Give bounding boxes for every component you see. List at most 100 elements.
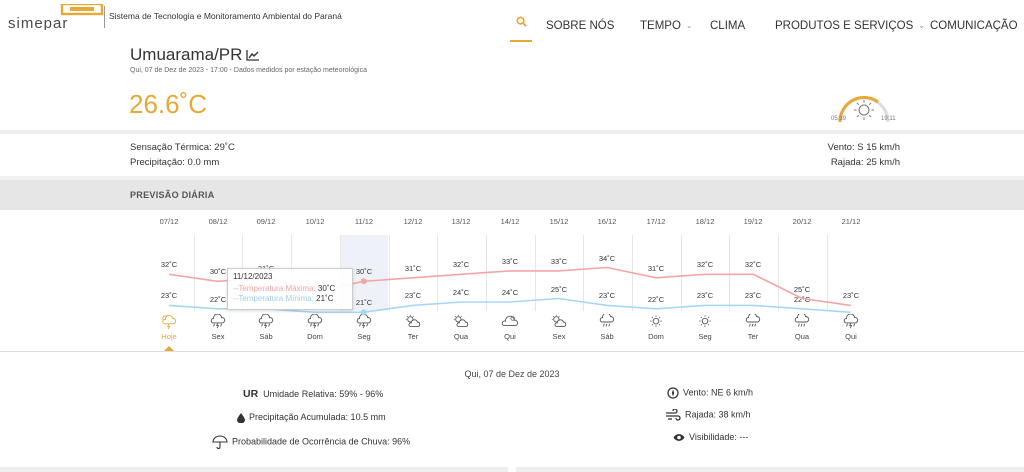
day-date: 16/12 — [597, 217, 617, 226]
column-gridline — [437, 235, 438, 311]
forecast-day[interactable]: 15/12 33˚C 25˚C Sex — [535, 211, 583, 343]
forecast-day[interactable]: 12/12 31˚C 23˚C Ter — [389, 211, 437, 343]
section-divider — [0, 351, 1024, 352]
precip-text: Precipitação Acumulada: 10.5 mm — [249, 412, 386, 422]
logo-separator — [104, 6, 105, 28]
forecast-day[interactable]: 16/12 34˚C 23˚C Sáb — [583, 211, 631, 343]
day-min-label: 24˚C — [452, 288, 470, 297]
day-name: Qui — [845, 332, 857, 341]
ur-label: UR — [243, 388, 259, 400]
tooltip-max-row: --Temperatura Máxima: 30˚C — [233, 284, 347, 293]
column-gridline — [632, 235, 633, 311]
day-min-label: 23˚C — [696, 291, 714, 301]
compass-icon — [667, 387, 679, 399]
chart-trend-icon[interactable] — [246, 49, 260, 61]
day-name: Sáb — [600, 332, 614, 341]
day-max-label: 31˚C — [404, 263, 422, 273]
sunrise-time: 05:39 — [831, 116, 847, 122]
day-date: 18/12 — [695, 217, 715, 226]
day-name: Sáb — [259, 332, 273, 341]
section-divider — [0, 130, 1024, 134]
day-date: 07/12 — [159, 217, 179, 226]
day-date: 10/12 — [305, 217, 325, 226]
partly-cloudy-icon — [405, 314, 421, 327]
day-max-label: 31˚C — [647, 263, 665, 273]
nav-label: TEMPO — [640, 20, 681, 32]
day-name: Qua — [794, 332, 810, 341]
day-name: Hoje — [161, 332, 177, 341]
forecast-title: PREVISÃO DIÁRIA — [130, 190, 215, 200]
tooltip-date: 11/12/2023 — [233, 272, 273, 281]
logo-text: simepar — [8, 15, 68, 30]
wind-text: Vento: NE 6 km/h — [683, 387, 754, 398]
wind-row: Vento: NE 6 km/h — [667, 387, 753, 399]
day-name: Ter — [747, 332, 759, 341]
simepar-logo[interactable]: simepar — [8, 4, 104, 30]
thunderstorm-icon — [356, 314, 372, 329]
tooltip-min-row: --Temperatura Mínima: 21˚C — [233, 294, 347, 303]
day-date: 12/12 — [403, 217, 423, 226]
nav-label: SOBRE NÓS — [546, 20, 615, 32]
day-max-label: 33˚C — [550, 256, 568, 266]
thunderstorm-icon — [307, 314, 323, 329]
detail-date: Qui, 07 de Dez de 2023 — [464, 369, 560, 379]
current-gust: Rajada: 25 km/h — [830, 157, 900, 168]
chevron-down-icon: ⌄ — [685, 21, 693, 30]
day-min-label: 23˚C — [598, 291, 616, 301]
humidity-text: Umidade Relativa: 59% - 96% — [263, 389, 384, 399]
forecast-day[interactable]: 18/12 32˚C 23˚C Seg — [681, 211, 729, 343]
wind-gust-icon — [666, 408, 681, 421]
day-date: 14/12 — [500, 217, 520, 226]
partly-cloudy-icon — [551, 314, 567, 327]
nav-tempo[interactable]: TEMPO ⌄ — [640, 20, 693, 32]
forecast-day[interactable]: 14/12 33˚C 24˚C Qui — [486, 211, 534, 343]
forecast-day[interactable]: 21/12 23˚C Qui — [827, 211, 875, 343]
day-max-label: 34˚C — [598, 253, 616, 263]
column-gridline — [486, 235, 487, 311]
day-min-label: 25˚C — [550, 284, 568, 294]
site-header: simepar Sistema de Tecnologia e Monitora… — [0, 0, 1024, 46]
umbrella-icon — [212, 435, 228, 449]
gust-text: Rajada: 38 km/h — [685, 409, 751, 420]
nav-label: COMUNICAÇÃO — [930, 20, 1018, 32]
sun-icon — [699, 315, 711, 327]
search-icon — [515, 16, 527, 27]
forecast-day[interactable]: 19/12 32˚C 23˚C Ter — [729, 211, 777, 343]
day-name: Qua — [453, 332, 469, 341]
search-button[interactable] — [510, 14, 532, 42]
sun-icon — [650, 315, 662, 327]
visibility-row: Visibilidade: --- — [673, 432, 748, 442]
forecast-day[interactable]: 20/12 25˚C 22˚C Qua — [778, 211, 826, 343]
day-date: 15/12 — [549, 217, 569, 226]
day-min-label: 22˚C — [793, 294, 811, 304]
forecast-day[interactable]: 07/12 32˚C 23˚C Hoje — [145, 211, 193, 343]
current-wind: Vento: S 15 km/h — [827, 142, 900, 153]
city-name: Umuarama/PR — [130, 45, 243, 64]
thunderstorm-icon — [258, 314, 274, 329]
nav-comunicacao[interactable]: COMUNICAÇÃO⌄ — [930, 20, 1024, 32]
tooltip-max-label: --Temperatura Máxima: — [233, 284, 316, 293]
nav-produtos-servicos[interactable]: PRODUTOS E SERVIÇOS ⌄ — [775, 20, 925, 32]
rain-prob-text: Probabilidade de Ocorrência de Chuva: 96… — [232, 436, 411, 447]
day-name: Seg — [698, 332, 712, 341]
nav-sobre-nos[interactable]: SOBRE NÓS — [546, 20, 614, 32]
day-date: 19/12 — [743, 217, 763, 226]
rain-prob-row: Probabilidade de Ocorrência de Chuva: 96… — [212, 435, 410, 449]
gust-row: Rajada: 38 km/h — [665, 408, 751, 421]
day-date: 08/12 — [208, 217, 228, 226]
humidity-row: UR Umidade Relativa: 59% - 96% — [243, 388, 383, 400]
day-min-label: 23˚C — [404, 291, 422, 301]
partly-cloudy-icon — [453, 314, 469, 327]
forecast-day[interactable]: 17/12 31˚C 22˚C Dom — [632, 211, 680, 343]
rain-icon — [599, 314, 615, 327]
column-gridline — [194, 235, 195, 311]
sunset-time: 19:11 — [881, 116, 896, 122]
day-name: Seg — [357, 332, 371, 341]
day-max-label: 32˚C — [696, 260, 714, 270]
forecast-day[interactable]: 13/12 32˚C 24˚C Qua — [437, 211, 485, 343]
day-date: 21/12 — [841, 217, 861, 226]
rain-icon — [794, 314, 810, 327]
column-gridline — [389, 235, 390, 311]
rain-icon — [745, 314, 761, 327]
nav-clima[interactable]: CLIMA — [710, 20, 745, 32]
